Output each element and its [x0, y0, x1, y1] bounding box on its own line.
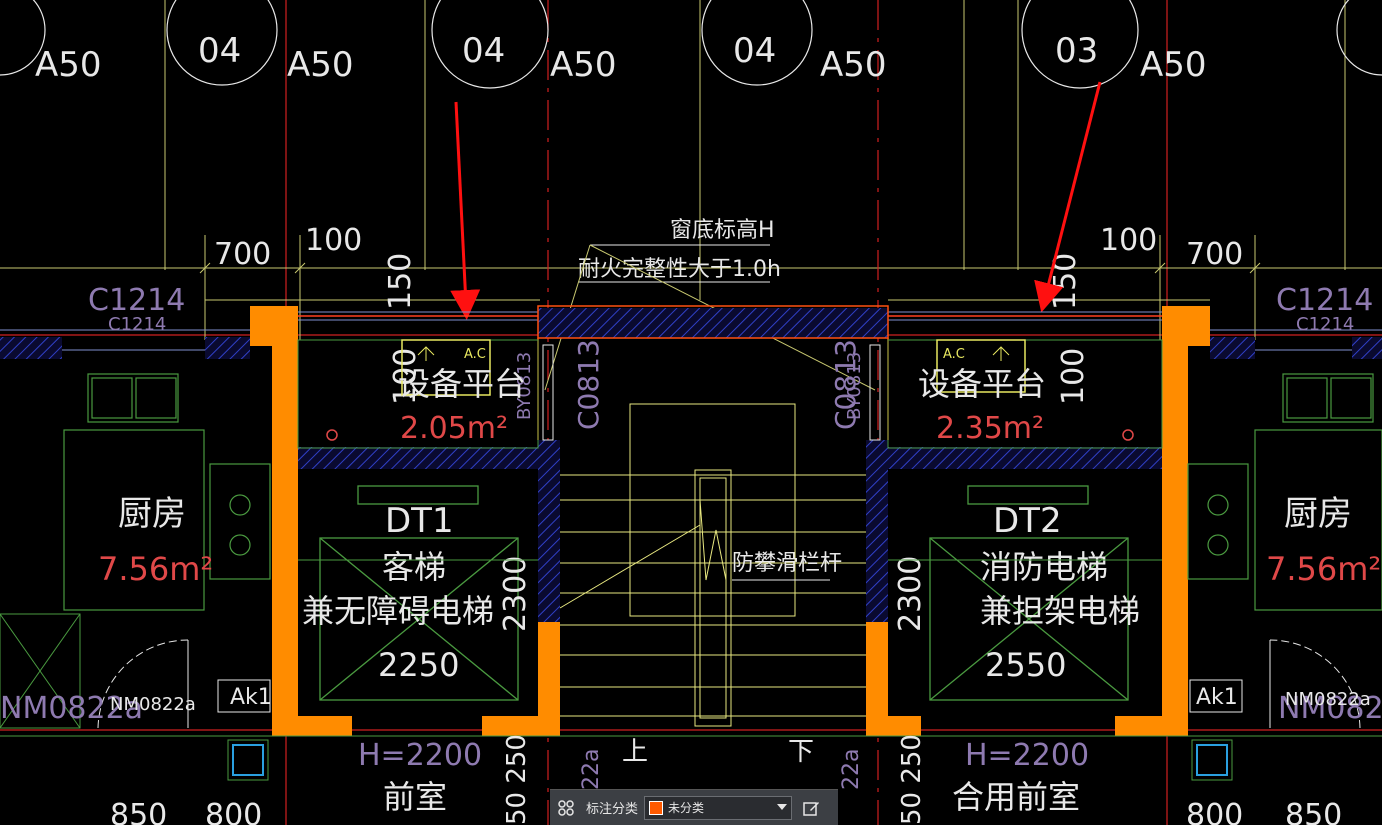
dim-100-left: 100 — [305, 223, 362, 258]
annotation-toolbar: 标注分类 未分类 — [550, 789, 838, 825]
top-label-a50-3: A50 — [550, 45, 617, 85]
room-equip-left-area: 2.05m² — [400, 411, 508, 446]
label-dt2: DT2 — [993, 501, 1062, 541]
annotation-category-value: 未分类 — [668, 801, 705, 815]
ac-label-right: A.C — [943, 347, 965, 362]
label-h2200-right: H=2200 — [965, 738, 1089, 773]
window-c0813-left: C0813 — [572, 339, 605, 430]
ak-box-right: Ak1 — [1189, 679, 1243, 713]
ak-box-left: Ak1 — [217, 679, 272, 713]
label-anti-climb-railing: 防攀滑栏杆 — [732, 551, 842, 576]
top-label-a50-1: A50 — [35, 45, 102, 85]
edit-icon[interactable] — [796, 791, 826, 825]
grid-icon[interactable] — [550, 791, 582, 825]
label-ak1-left: Ak1 — [230, 685, 272, 710]
circle-label-3: 04 — [733, 31, 776, 71]
label-stair-down: 下 — [788, 737, 814, 767]
label-dt2-line1: 消防电梯 — [980, 548, 1108, 586]
dim-850-bottom-left: 850 — [110, 798, 167, 825]
dim-700-right: 700 — [1186, 237, 1243, 272]
window-c1214-right: C1214 — [1276, 283, 1373, 318]
annotation-window-sill: 窗底标高H — [670, 218, 775, 243]
room-equip-right-area: 2.35m² — [936, 411, 1044, 446]
circle-label-1: 04 — [198, 31, 241, 71]
dim-250-right: 50 250 — [897, 734, 927, 825]
category-color-swatch — [649, 800, 664, 815]
red-arrow-left — [450, 101, 481, 320]
room-front-room: 前室 — [383, 778, 447, 816]
circle-label-4: 03 — [1055, 31, 1098, 71]
annotation-fire-integrity: 耐火完整性大于1.0h — [578, 257, 781, 282]
room-shared-front-room: 合用前室 — [952, 778, 1080, 816]
door-fm-right: 22a — [839, 749, 864, 790]
dim-100-vertical: 100 — [1056, 348, 1091, 405]
top-label-a50-4: A50 — [820, 45, 887, 85]
room-kitchen-left-name: 厨房 — [118, 494, 186, 534]
door-fm-left: 22a — [579, 749, 604, 790]
room-kitchen-right-area: 7.56m² — [1266, 550, 1381, 588]
cad-drawing-canvas[interactable]: A50 A50 A50 A50 A50 04 04 04 03 700 100 … — [0, 0, 1382, 825]
annotation-category-label: 标注分类 — [586, 802, 639, 817]
window-by0813-right: BY0813 — [844, 352, 865, 420]
top-label-a50-5: A50 — [1140, 45, 1207, 85]
window-c1214-left-small: C1214 — [108, 314, 166, 335]
label-dt2-width: 2550 — [985, 646, 1066, 684]
dim-150-left: 150 — [383, 253, 418, 310]
door-nm0822a-left-small: NM0822a — [110, 694, 196, 715]
dim-2300-right: 2300 — [893, 556, 928, 632]
label-h2200-left: H=2200 — [358, 738, 482, 773]
label-dt1-line1: 客梯 — [382, 548, 446, 586]
chevron-down-icon — [777, 800, 788, 815]
circle-label-2: 04 — [462, 31, 505, 71]
dim-850-bottom-right: 850 — [1285, 798, 1342, 825]
label-dt1: DT1 — [385, 501, 454, 541]
room-equip-right-name: 设备平台 — [918, 365, 1046, 403]
dim-100-right: 100 — [1100, 223, 1157, 258]
label-ak1-right: Ak1 — [1196, 685, 1238, 710]
ac-label-left: A.C — [464, 347, 486, 362]
dim-800-bottom-right: 800 — [1186, 798, 1243, 825]
label-dt1-width: 2250 — [378, 646, 459, 684]
window-c1214-right-small: C1214 — [1296, 314, 1354, 335]
dim-2300-left: 2300 — [498, 556, 533, 632]
annotation-category-select[interactable]: 未分类 — [644, 795, 793, 820]
window-c1214-left: C1214 — [88, 283, 185, 318]
room-kitchen-left-area: 7.56m² — [98, 550, 213, 588]
dim-250-left: 50 250 — [502, 734, 532, 825]
label-dt1-line2: 兼无障碍电梯 — [302, 592, 494, 630]
dim-700-left: 700 — [214, 237, 271, 272]
dim-800-bottom-left: 800 — [205, 798, 262, 825]
top-label-a50-2: A50 — [287, 45, 354, 85]
door-nm0822a-right-small: NM0822a — [1285, 689, 1371, 710]
room-equip-left-name: 设备平台 — [398, 365, 526, 403]
label-dt2-line2: 兼担架电梯 — [980, 592, 1140, 630]
axis-circle-5 — [1336, 0, 1382, 76]
room-kitchen-right-name: 厨房 — [1284, 494, 1352, 534]
label-stair-up: 上 — [622, 737, 648, 767]
